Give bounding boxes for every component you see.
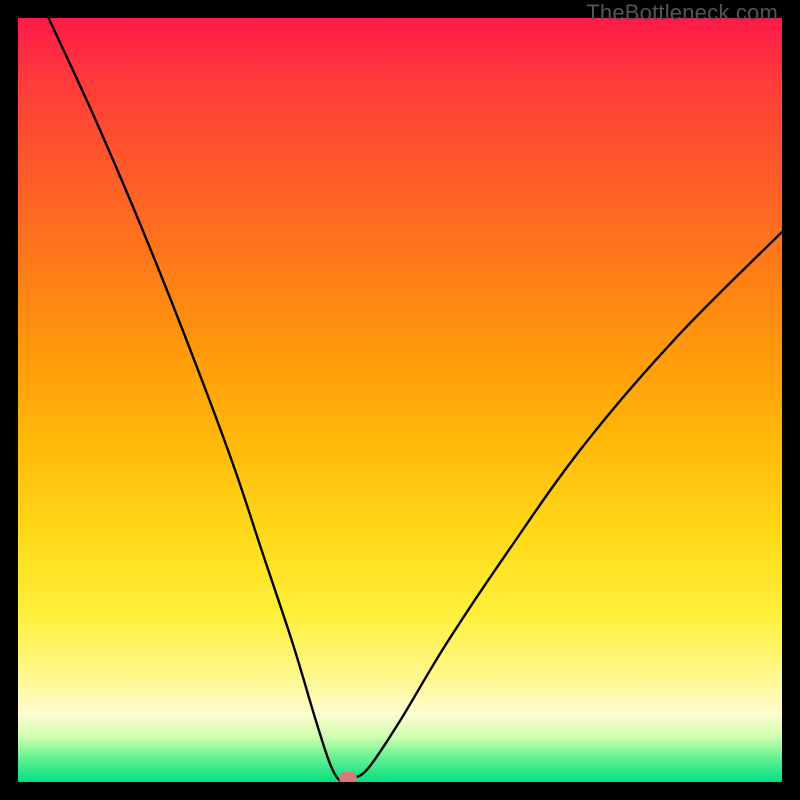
- chart-frame: [0, 0, 800, 800]
- watermark-text: TheBottleneck.com: [586, 0, 778, 26]
